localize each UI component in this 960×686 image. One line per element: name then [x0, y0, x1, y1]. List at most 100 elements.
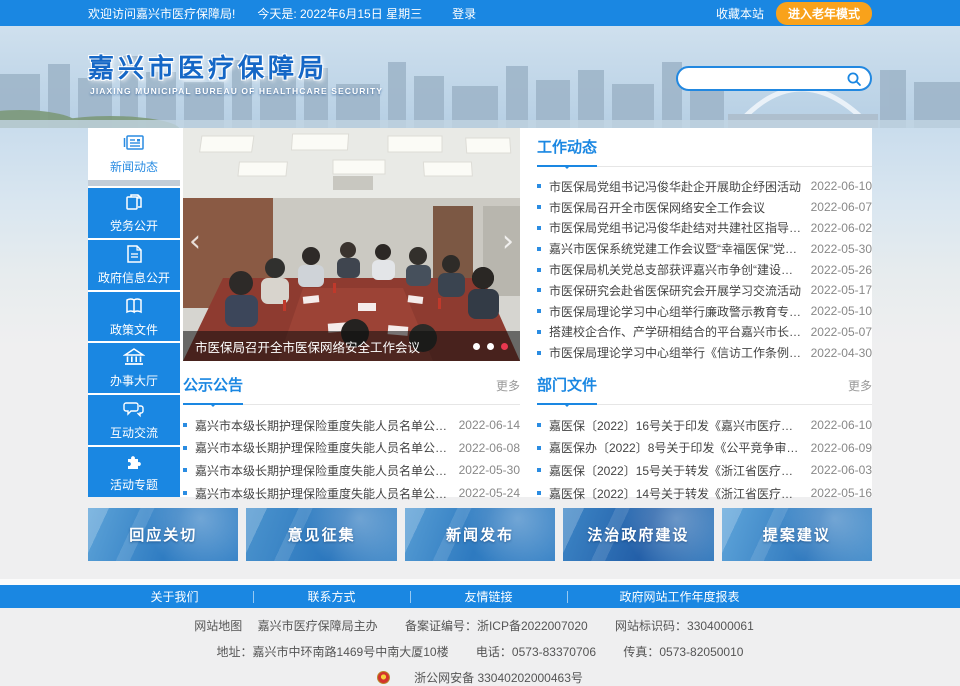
carousel-dots	[473, 343, 508, 350]
news-list-item[interactable]: 嘉兴市本级长期护理保险重度失能人员名单公示（2... 2022-06-14	[183, 414, 520, 437]
news-list-item[interactable]: 市医保研究会赴省医保研究会开展学习交流活动 2022-05-17	[537, 280, 872, 301]
footer-nav-link[interactable]: 政府网站工作年度报表	[567, 588, 792, 605]
news-item-title[interactable]: 市医保局机关党总支部获评嘉兴市争创“建设清廉机...	[549, 261, 811, 278]
news-item-title[interactable]: 嘉医保〔2022〕15号关于转发《浙江省医疗保...	[549, 462, 811, 479]
carousel-caption[interactable]: 市医保局召开全市医保网络安全工作会议	[195, 337, 420, 356]
footer-site-code: 网站标识码：3304000061	[615, 619, 754, 633]
news-item-title[interactable]: 嘉兴市本级长期护理保险重度失能人员名单公示（2...	[195, 417, 459, 434]
news-item-title[interactable]: 嘉医保〔2022〕16号关于印发《嘉兴市医疗保...	[549, 417, 811, 434]
site-title: 嘉兴市医疗保障局	[88, 48, 328, 85]
news-list-item[interactable]: 嘉兴市本级长期护理保险重度失能人员名单公示（2... 2022-05-24	[183, 482, 520, 505]
search-button[interactable]	[846, 71, 862, 87]
news-list-item[interactable]: 市医保局党组书记冯俊华赴结对共建社区指导全国文... 2022-06-02	[537, 218, 872, 239]
footer-nav-link[interactable]: 友情链接	[410, 588, 567, 605]
news-item-title[interactable]: 市医保局党组书记冯俊华赴企开展助企纾困活动	[549, 178, 811, 195]
news-list-item[interactable]: 市医保局党组书记冯俊华赴企开展助企纾困活动 2022-06-10	[537, 176, 872, 197]
sidebar-item-interaction[interactable]: 互动交流	[88, 395, 180, 445]
news-list-item[interactable]: 市医保局机关党总支部获评嘉兴市争创“建设清廉机... 2022-05-26	[537, 259, 872, 280]
news-item-title[interactable]: 市医保局召开全市医保网络安全工作会议	[549, 199, 811, 216]
news-list-item[interactable]: 嘉医保〔2022〕16号关于印发《嘉兴市医疗保... 2022-06-10	[537, 414, 872, 437]
site-subtitle: JIAXING MUNICIPAL BUREAU OF HEALTHCARE S…	[90, 86, 383, 96]
sidebar-item-label: 政府信息公开	[98, 269, 170, 286]
news-item-title[interactable]: 嘉医保办〔2022〕8号关于印发《公平竞争审查...	[549, 439, 811, 456]
news-item-date: 2022-05-17	[811, 283, 872, 297]
section-title-work-news[interactable]: 工作动态	[537, 136, 597, 157]
footer-nav-link[interactable]: 关于我们	[96, 588, 253, 605]
bullet-icon	[537, 288, 541, 292]
news-item-title[interactable]: 嘉医保〔2022〕14号关于转发《浙江省医疗保...	[549, 485, 811, 502]
dept-files-more-link[interactable]: 更多	[848, 377, 872, 394]
banner-opinion-collection[interactable]: 意见征集	[246, 508, 396, 561]
footer-nav: 关于我们 联系方式 友情链接 政府网站工作年度报表	[0, 585, 960, 608]
carousel-dot-2[interactable]	[487, 343, 494, 350]
sidebar-item-gov-info[interactable]: 政府信息公开	[88, 240, 180, 290]
footer-phone: 电话：0573-83370706	[476, 645, 596, 659]
carousel-dot-1[interactable]	[473, 343, 480, 350]
news-item-title[interactable]: 嘉兴市本级长期护理保险重度失能人员名单公示（2...	[195, 462, 459, 479]
notices-more-link[interactable]: 更多	[496, 377, 520, 394]
elder-mode-button[interactable]: 进入老年模式	[776, 2, 872, 25]
bullet-icon	[183, 468, 187, 472]
banner-news-release[interactable]: 新闻发布	[405, 508, 555, 561]
carousel-next-arrow[interactable]: ›	[502, 227, 514, 257]
news-item-date: 2022-05-07	[811, 325, 872, 339]
news-item-title[interactable]: 市医保局理论学习中心组举行廉政警示教育专题学习...	[549, 303, 811, 320]
banner-respond-concerns[interactable]: 回应关切	[88, 508, 238, 561]
news-item-date: 2022-06-10	[811, 179, 872, 193]
section-title-dept-files[interactable]: 部门文件	[537, 374, 597, 395]
news-item-title[interactable]: 市医保局党组书记冯俊华赴结对共建社区指导全国文...	[549, 219, 811, 236]
news-item-title[interactable]: 搭建校企合作、产学研相结合的平台嘉兴市长期护理...	[549, 323, 811, 340]
news-item-title[interactable]: 嘉兴市医保系统党建工作会议暨“幸福医保”党建联...	[549, 240, 811, 257]
carousel-prev-arrow[interactable]: ‹	[189, 227, 201, 257]
news-list-item[interactable]: 市医保局召开全市医保网络安全工作会议 2022-06-07	[537, 197, 872, 218]
news-list-item[interactable]: 市医保局理论学习中心组举行廉政警示教育专题学习... 2022-05-10	[537, 301, 872, 322]
banner-law-government[interactable]: 法治政府建设	[563, 508, 713, 561]
login-link[interactable]: 登录	[452, 5, 476, 22]
news-list-item[interactable]: 嘉兴市本级长期护理保险重度失能人员名单公示（2... 2022-06-08	[183, 437, 520, 460]
bullet-icon	[537, 268, 541, 272]
sitemap-link[interactable]: 网站地图	[194, 619, 242, 633]
section-work-news: 工作动态 市医保局党组书记冯俊华赴企开展助企纾困活动 2022-06-10 市医…	[537, 136, 872, 363]
news-item-date: 2022-06-03	[811, 463, 872, 477]
bullet-icon	[537, 446, 541, 450]
bullet-icon	[537, 184, 541, 188]
sidebar-item-policy-files[interactable]: 政策文件	[88, 292, 180, 342]
book-icon	[123, 296, 145, 316]
sidebar-item-party-affairs[interactable]: 党务公开	[88, 188, 180, 238]
news-list-item[interactable]: 嘉兴市本级长期护理保险重度失能人员名单公示（2... 2022-05-30	[183, 459, 520, 482]
bullet-icon	[537, 330, 541, 334]
news-item-date: 2022-05-30	[459, 463, 520, 477]
news-carousel[interactable]: ‹ › 市医保局召开全市医保网络安全工作会议	[183, 128, 520, 361]
notices-list: 嘉兴市本级长期护理保险重度失能人员名单公示（2... 2022-06-14 嘉兴…	[183, 414, 520, 504]
news-item-title[interactable]: 市医保局理论学习中心组举行《信访工作条例》专题...	[549, 344, 811, 361]
news-list-item[interactable]: 嘉医保办〔2022〕8号关于印发《公平竞争审查... 2022-06-09	[537, 437, 872, 460]
footer-nav-link[interactable]: 联系方式	[253, 588, 410, 605]
news-item-date: 2022-04-30	[811, 346, 872, 360]
sidebar-item-service-hall[interactable]: 办事大厅	[88, 343, 180, 393]
news-item-date: 2022-06-14	[459, 418, 520, 432]
news-item-title[interactable]: 嘉兴市本级长期护理保险重度失能人员名单公示（2...	[195, 439, 459, 456]
news-list-item[interactable]: 搭建校企合作、产学研相结合的平台嘉兴市长期护理... 2022-05-07	[537, 322, 872, 343]
bullet-icon	[537, 351, 541, 355]
search-input[interactable]	[690, 72, 846, 86]
favorite-site-link[interactable]: 收藏本站	[716, 5, 764, 22]
news-list-item[interactable]: 嘉医保〔2022〕15号关于转发《浙江省医疗保... 2022-06-03	[537, 459, 872, 482]
section-notices: 公示公告 更多 嘉兴市本级长期护理保险重度失能人员名单公示（2... 2022-…	[183, 374, 520, 504]
newspaper-icon	[123, 133, 145, 153]
news-item-title[interactable]: 市医保研究会赴省医保研究会开展学习交流活动	[549, 282, 811, 299]
sidebar-item-news[interactable]: 新闻动态	[88, 128, 180, 180]
news-list-item[interactable]: 嘉医保〔2022〕14号关于转发《浙江省医疗保... 2022-05-16	[537, 482, 872, 505]
news-item-date: 2022-05-24	[459, 486, 520, 500]
news-item-title[interactable]: 嘉兴市本级长期护理保险重度失能人员名单公示（2...	[195, 485, 459, 502]
banner-proposal-suggestions[interactable]: 提案建议	[722, 508, 872, 561]
news-item-date: 2022-06-09	[811, 441, 872, 455]
sidebar-item-label: 党务公开	[110, 217, 158, 234]
news-list-item[interactable]: 市医保局理论学习中心组举行《信访工作条例》专题... 2022-04-30	[537, 342, 872, 363]
shortcut-banners: 回应关切 意见征集 新闻发布 法治政府建设 提案建议	[88, 508, 872, 561]
news-list-item[interactable]: 嘉兴市医保系统党建工作会议暨“幸福医保”党建联... 2022-05-30	[537, 238, 872, 259]
section-dept-files: 部门文件 更多 嘉医保〔2022〕16号关于印发《嘉兴市医疗保... 2022-…	[537, 374, 872, 504]
section-title-notices[interactable]: 公示公告	[183, 374, 243, 395]
sidebar-item-special-topics[interactable]: 活动专题	[88, 447, 180, 497]
footer-host: 嘉兴市医疗保障局主办	[258, 619, 378, 633]
carousel-dot-3-active[interactable]	[501, 343, 508, 350]
